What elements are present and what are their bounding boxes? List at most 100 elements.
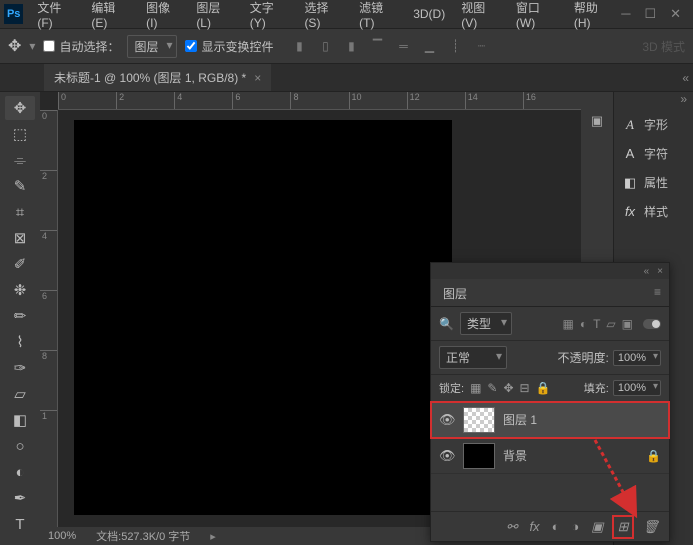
layers-tab[interactable]: 图层 [431,279,479,306]
eyedropper-tool[interactable]: ✐ [5,252,35,276]
panel-properties[interactable]: ◧ 属性 [614,168,693,197]
ruler-horizontal: 0246810121416 [58,92,581,110]
align-top-icon[interactable]: ▔ [367,36,387,56]
gradient-tool[interactable]: ◧ [5,408,35,432]
frame-tool[interactable]: ⊠ [5,226,35,250]
blend-mode-select[interactable]: 正常 [439,346,507,369]
search-icon[interactable]: 🔍 [439,317,454,331]
layer-name[interactable]: 图层 1 [503,411,537,428]
menu-help[interactable]: 帮助(H) [566,0,621,34]
show-transform-checkbox[interactable]: 显示变换控件 [185,38,273,55]
layer-mask-icon[interactable]: ◐ [552,519,560,534]
menu-image[interactable]: 图像(I) [138,0,188,34]
document-status: 文档:527.3K/0 字节 [96,528,190,544]
visibility-icon[interactable]: 👁 [439,448,455,464]
quick-select-tool[interactable]: ✎ [5,174,35,198]
blur-tool[interactable]: ○ [5,434,35,458]
dodge-tool[interactable]: ◐ [5,460,35,484]
auto-select-checkbox[interactable]: 自动选择： [43,38,119,55]
show-transform-input[interactable] [185,40,197,52]
healing-tool[interactable]: ❉ [5,278,35,302]
panel-glyphs[interactable]: A 字形 [614,110,693,139]
align-center-icon[interactable]: ▯ [315,36,335,56]
tab-close-icon[interactable]: × [254,71,261,85]
lock-pixels-icon[interactable]: ▦ [470,381,481,395]
filter-adjust-icon[interactable]: ◐ [580,317,587,331]
type-tool[interactable]: T [5,512,35,536]
panel-menu-icon[interactable]: ≡ [646,279,669,306]
filter-type-icon[interactable]: T [593,317,600,331]
layer-thumbnail[interactable] [463,407,495,433]
distribute-v-icon[interactable]: ┈ [471,36,491,56]
align-right-icon[interactable]: ▮ [341,36,361,56]
menu-file[interactable]: 文件(F) [29,0,83,34]
delete-layer-icon[interactable]: 🗑 [642,519,659,535]
canvas[interactable] [74,120,452,515]
menu-view[interactable]: 视图(V) [453,0,508,34]
menu-window[interactable]: 窗口(W) [508,0,566,34]
panel-label: 样式 [644,203,668,220]
layer-fx-icon[interactable]: fx [529,519,539,534]
new-group-icon[interactable]: ▣ [591,519,603,535]
fill-value[interactable]: 100% [613,380,661,396]
lock-position-icon[interactable]: ✥ [503,381,513,395]
marquee-tool[interactable]: ⬚ [5,122,35,146]
visibility-icon[interactable]: 👁 [439,412,455,428]
menu-edit[interactable]: 编辑(E) [83,0,138,34]
layer-thumbnail[interactable] [463,443,495,469]
pen-tool[interactable]: ✒ [5,486,35,510]
opacity-value[interactable]: 100% [613,350,661,366]
panel-styles[interactable]: fx 样式 [614,197,693,226]
layer-row[interactable]: 👁 图层 1 [431,402,669,438]
layer-row[interactable]: 👁 背景 🔒 [431,438,669,474]
lasso-tool[interactable]: ⌯ [5,148,35,172]
filter-pixel-icon[interactable]: ▦ [562,317,573,331]
menu-layer[interactable]: 图层(L) [188,0,241,34]
maximize-button[interactable]: ☐ [644,6,656,22]
layers-panel-tabs: 图层 ≡ [431,279,669,307]
ruler-vertical: 024681 [40,110,58,527]
lock-all-icon[interactable]: 🔒 [536,381,551,395]
mode-3d-label: 3D 模式 [642,38,685,55]
distribute-h-icon[interactable]: ┊ [445,36,465,56]
new-fill-icon[interactable]: ◑ [571,519,579,534]
layer-name[interactable]: 背景 [503,447,527,464]
mini-panel-icon[interactable]: ▣ [586,110,608,132]
move-tool[interactable]: ✥ [5,96,35,120]
zoom-level[interactable]: 100% [48,530,76,542]
panel-collapse-icon[interactable]: « [644,266,650,277]
new-layer-icon[interactable]: ⊞ [616,519,631,535]
history-brush-tool[interactable]: ✑ [5,356,35,380]
align-bottom-icon[interactable]: ▁ [419,36,439,56]
filter-type-select[interactable]: 类型 [460,312,512,335]
align-left-icon[interactable]: ▮ [289,36,309,56]
panel-character[interactable]: A 字符 [614,139,693,168]
filter-smart-icon[interactable]: ▣ [622,317,633,331]
status-chevron-icon[interactable]: ▸ [210,530,216,543]
minimize-button[interactable]: ─ [621,6,630,22]
auto-select-input[interactable] [43,40,55,52]
panel-close-icon[interactable]: × [657,266,663,277]
close-button[interactable]: ✕ [670,6,681,22]
menu-3d[interactable]: 3D(D) [405,3,453,25]
menu-select[interactable]: 选择(S) [296,0,351,34]
brush-tool[interactable]: ✏ [5,304,35,328]
menu-filter[interactable]: 滤镜(T) [351,0,405,34]
lock-artboard-icon[interactable]: ⊟ [520,381,530,395]
clone-tool[interactable]: ⌇ [5,330,35,354]
tabbar-collapse-icon[interactable]: « [682,71,693,85]
window-controls: ─ ☐ ✕ [621,6,689,22]
link-layers-icon[interactable]: ⚯ [507,519,518,535]
align-middle-icon[interactable]: ═ [393,36,413,56]
document-tab[interactable]: 未标题-1 @ 100% (图层 1, RGB/8) * × [44,64,271,91]
panel-collapse-icon[interactable]: » [614,92,693,110]
menu-type[interactable]: 文字(Y) [242,0,297,34]
eraser-tool[interactable]: ▱ [5,382,35,406]
filter-toggle[interactable] [643,319,661,329]
layers-panel[interactable]: « × 图层 ≡ 🔍 类型 ▦ ◐ T ▱ ▣ 正常 不透明度: 100% 锁定… [430,262,670,542]
lock-brush-icon[interactable]: ✎ [487,381,497,395]
auto-select-target[interactable]: 图层 [127,35,177,58]
chevron-down-icon[interactable]: ▾ [29,39,35,53]
filter-shape-icon[interactable]: ▱ [606,317,615,331]
crop-tool[interactable]: ⌗ [5,200,35,224]
